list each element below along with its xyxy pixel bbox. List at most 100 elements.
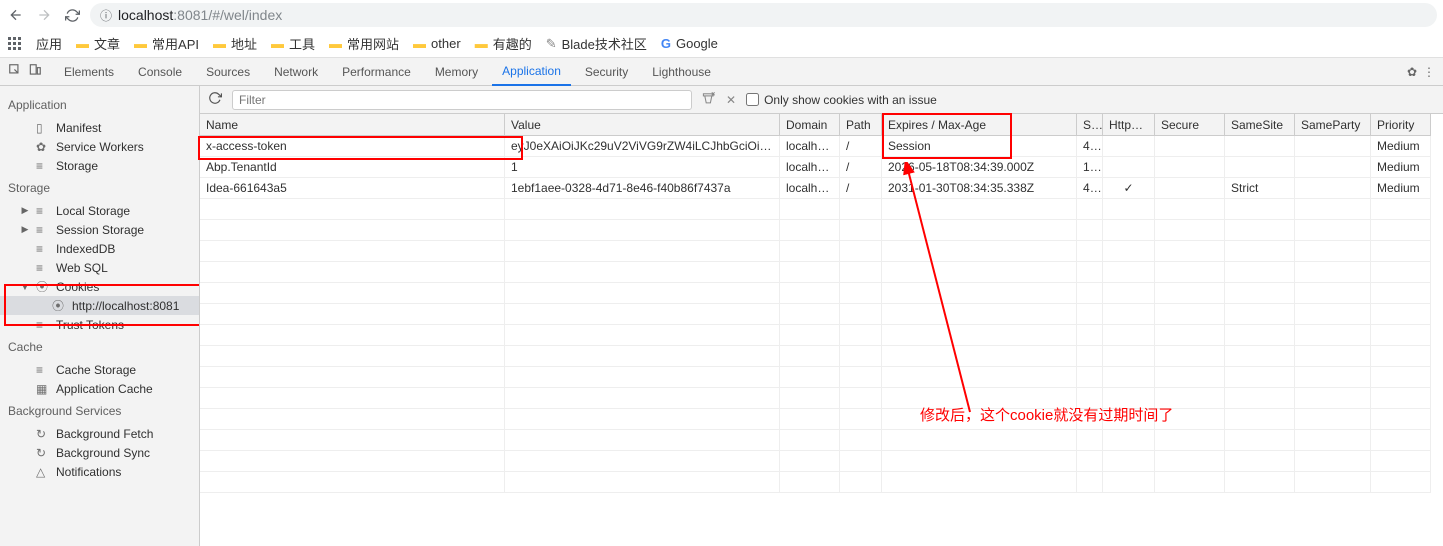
tree-toggle-icon[interactable]: ▶ <box>20 205 30 216</box>
column-header[interactable]: Priority <box>1371 114 1431 136</box>
table-cell[interactable]: Idea-661643a5 <box>200 178 505 199</box>
table-cell[interactable]: 49 <box>1077 178 1103 199</box>
table-cell[interactable] <box>1225 136 1295 157</box>
tab-console[interactable]: Console <box>128 58 192 86</box>
reload-icon[interactable] <box>62 5 82 25</box>
table-cell[interactable]: 13 <box>1077 157 1103 178</box>
tree-toggle-icon[interactable]: ▶ <box>20 224 30 235</box>
sidebar-item[interactable]: ≡Storage <box>0 156 199 175</box>
device-icon[interactable] <box>28 63 42 80</box>
table-cell[interactable] <box>1155 157 1225 178</box>
column-header[interactable]: Expires / Max-Age <box>882 114 1077 136</box>
apps-icon[interactable] <box>8 37 22 51</box>
table-cell[interactable]: Medium <box>1371 157 1431 178</box>
table-cell[interactable]: / <box>840 178 882 199</box>
tree-toggle-icon[interactable]: ▼ <box>20 282 30 292</box>
sidebar-item-label: Web SQL <box>56 261 108 275</box>
table-cell-empty <box>1155 262 1225 283</box>
table-cell-empty <box>1371 430 1431 451</box>
column-header[interactable]: SameParty <box>1295 114 1371 136</box>
column-header[interactable]: Secure <box>1155 114 1225 136</box>
table-cell[interactable] <box>1225 157 1295 178</box>
table-cell[interactable]: Session <box>882 136 1077 157</box>
table-cell[interactable]: localhost <box>780 136 840 157</box>
table-cell[interactable]: / <box>840 136 882 157</box>
bookmark-folder[interactable]: ▬常用网站 <box>329 34 399 53</box>
table-cell[interactable] <box>1103 136 1155 157</box>
bookmark-link[interactable]: ✎Blade技术社区 <box>546 34 647 53</box>
tab-application[interactable]: Application <box>492 58 571 86</box>
sidebar-item[interactable]: ✿Service Workers <box>0 137 199 156</box>
forward-icon[interactable] <box>34 5 54 25</box>
table-cell[interactable]: Abp.TenantId <box>200 157 505 178</box>
sidebar-item[interactable]: ⦿http://localhost:8081 <box>0 296 199 315</box>
sidebar-item[interactable]: ≡Web SQL <box>0 258 199 277</box>
table-cell[interactable]: ✓ <box>1103 178 1155 199</box>
sidebar-item[interactable]: ▼⦿Cookies <box>0 277 199 296</box>
sidebar-item[interactable]: ≡Trust Tokens <box>0 315 199 334</box>
table-cell[interactable]: eyJ0eXAiOiJKc29uV2ViVG9rZW4iLCJhbGciOiJI… <box>505 136 780 157</box>
column-header[interactable]: S... <box>1077 114 1103 136</box>
apps-label[interactable]: 应用 <box>36 34 62 53</box>
more-icon[interactable]: ⋮ <box>1423 65 1435 79</box>
address-bar[interactable]: ⓘ localhost:8081/#/wel/index <box>90 3 1437 27</box>
table-cell[interactable] <box>1295 136 1371 157</box>
bookmark-folder[interactable]: ▬文章 <box>76 34 120 53</box>
bookmark-folder[interactable]: ▬other <box>413 36 461 51</box>
table-cell[interactable]: Medium <box>1371 136 1431 157</box>
table-cell[interactable]: x-access-token <box>200 136 505 157</box>
bookmark-folder[interactable]: ▬有趣的 <box>475 34 532 53</box>
settings-icon[interactable]: ✿ <box>1407 65 1417 79</box>
filter-input[interactable] <box>232 90 692 110</box>
tab-elements[interactable]: Elements <box>54 58 124 86</box>
tab-lighthouse[interactable]: Lighthouse <box>642 58 721 86</box>
table-cell[interactable]: Strict <box>1225 178 1295 199</box>
table-cell[interactable]: / <box>840 157 882 178</box>
column-header[interactable]: Value <box>505 114 780 136</box>
sidebar-item[interactable]: ▶≡Session Storage <box>0 220 199 239</box>
bookmark-folder[interactable]: ▬常用API <box>134 34 199 53</box>
table-cell-empty <box>1371 388 1431 409</box>
column-header[interactable]: HttpO... <box>1103 114 1155 136</box>
close-icon[interactable]: ✕ <box>726 93 736 107</box>
table-cell[interactable]: 4... <box>1077 136 1103 157</box>
table-cell-empty <box>200 199 505 220</box>
sidebar-item[interactable]: ↻Background Fetch <box>0 424 199 443</box>
bookmark-folder[interactable]: ▬地址 <box>213 34 257 53</box>
table-cell[interactable]: Medium <box>1371 178 1431 199</box>
tab-security[interactable]: Security <box>575 58 638 86</box>
sidebar-item[interactable]: ≡IndexedDB <box>0 239 199 258</box>
refresh-icon[interactable] <box>208 91 222 108</box>
column-header[interactable]: Domain <box>780 114 840 136</box>
sidebar-item[interactable]: ↻Background Sync <box>0 443 199 462</box>
back-icon[interactable] <box>6 5 26 25</box>
tab-network[interactable]: Network <box>264 58 328 86</box>
table-cell-empty <box>1077 262 1103 283</box>
table-cell[interactable] <box>1295 178 1371 199</box>
tab-performance[interactable]: Performance <box>332 58 421 86</box>
only-issue-checkbox[interactable]: Only show cookies with an issue <box>746 93 937 107</box>
table-cell[interactable]: localhost <box>780 178 840 199</box>
sidebar-item[interactable]: ≡Cache Storage <box>0 360 199 379</box>
table-cell[interactable]: 1 <box>505 157 780 178</box>
inspect-icon[interactable] <box>8 63 22 80</box>
column-header[interactable]: Name <box>200 114 505 136</box>
sidebar-item[interactable]: ▶≡Local Storage <box>0 201 199 220</box>
table-cell[interactable] <box>1155 178 1225 199</box>
sidebar-item[interactable]: △Notifications <box>0 462 199 481</box>
column-header[interactable]: SameSite <box>1225 114 1295 136</box>
bookmark-link[interactable]: GGoogle <box>661 36 718 51</box>
table-cell[interactable] <box>1295 157 1371 178</box>
tab-sources[interactable]: Sources <box>196 58 260 86</box>
table-cell-empty <box>1295 367 1371 388</box>
tab-memory[interactable]: Memory <box>425 58 488 86</box>
clear-filter-icon[interactable] <box>702 91 716 108</box>
sidebar-item[interactable]: ▯Manifest <box>0 118 199 137</box>
table-cell[interactable]: 1ebf1aee-0328-4d71-8e46-f40b86f7437a <box>505 178 780 199</box>
sidebar-item[interactable]: ▦Application Cache <box>0 379 199 398</box>
column-header[interactable]: Path <box>840 114 882 136</box>
table-cell[interactable] <box>1103 157 1155 178</box>
bookmark-folder[interactable]: ▬工具 <box>271 34 315 53</box>
table-cell[interactable] <box>1155 136 1225 157</box>
table-cell[interactable]: localhost <box>780 157 840 178</box>
